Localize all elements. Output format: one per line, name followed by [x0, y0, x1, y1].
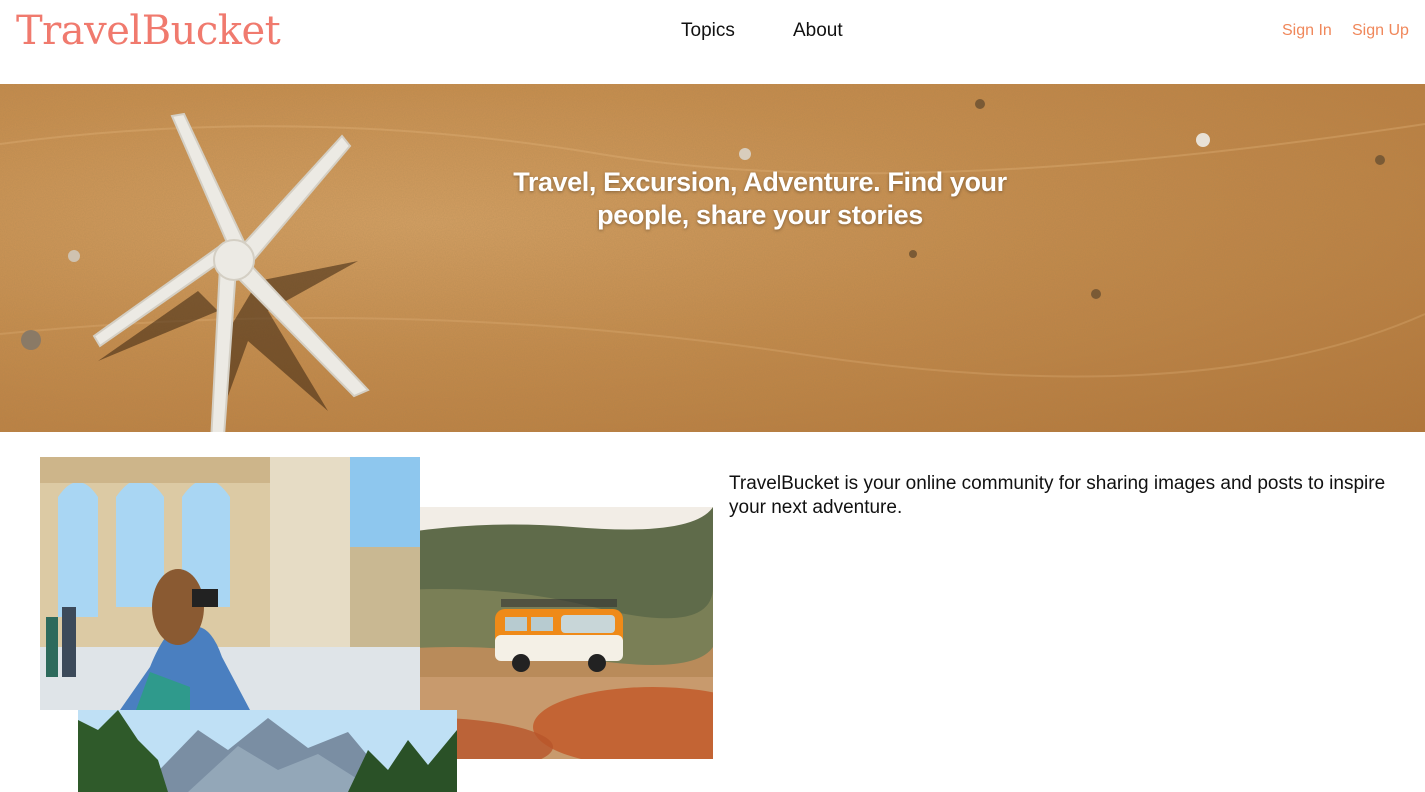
- brand-logo-link[interactable]: TravelBucket: [16, 6, 281, 56]
- photo-mountains-forest: [78, 710, 457, 792]
- site-description: TravelBucket is your online community fo…: [729, 473, 1386, 518]
- hero-banner: Travel, Excursion, Adventure. Find your …: [0, 84, 1425, 432]
- nav-link-topics[interactable]: Topics: [681, 19, 735, 43]
- hero-tagline: Travel, Excursion, Adventure. Find your …: [513, 167, 1007, 230]
- sign-up-link[interactable]: Sign Up: [1352, 21, 1409, 41]
- hero-sand-starfish-image: [0, 84, 1425, 432]
- photo-woman-camera-arches: [40, 457, 420, 710]
- site-header: TravelBucket Topics About Sign In Sign U…: [0, 0, 1425, 84]
- sign-in-link[interactable]: Sign In: [1282, 21, 1332, 41]
- nav-link-about[interactable]: About: [793, 19, 843, 43]
